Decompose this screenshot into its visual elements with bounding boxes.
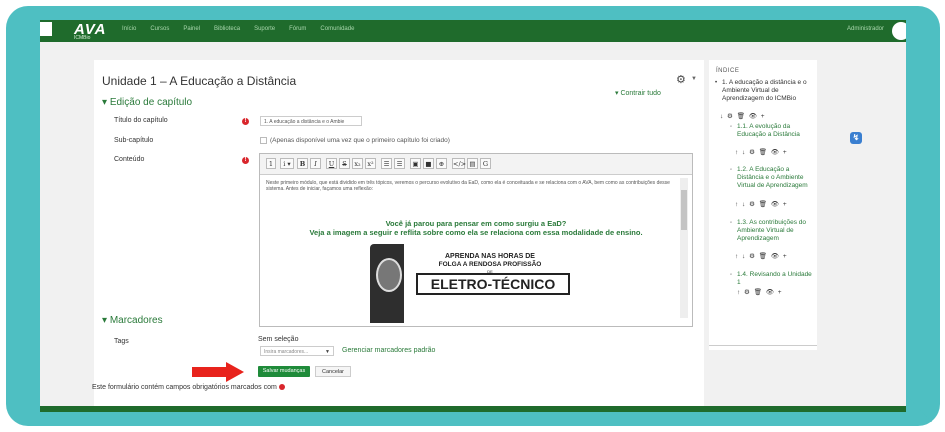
subchapter-checkbox[interactable] bbox=[260, 137, 267, 144]
screenshot-area: AVA ICMBio Início Cursos Painel Biblioteca S… bbox=[40, 20, 906, 412]
bullet-icon: ◦ bbox=[730, 220, 733, 226]
toc-main-item[interactable]: 1. A educação a distância e o Ambiente V… bbox=[722, 79, 812, 103]
required-icon bbox=[278, 384, 285, 391]
page-title: Unidade 1 – A Educação a Distância bbox=[102, 74, 297, 88]
subcapitulo-label: Sub-capítulo bbox=[114, 137, 154, 144]
top-menu-item[interactable]: Cursos bbox=[150, 26, 169, 32]
tags-label: Tags bbox=[114, 338, 129, 345]
content-editor[interactable]: 1 i ▾ B I U S x₂ x² ☰ ☰ ▣ ■ ⊕ </> ▤ G Ne… bbox=[259, 153, 693, 327]
ad-text-line-2: FOLGA A RENDOSA PROFISSÃO bbox=[438, 261, 542, 268]
italic-button[interactable]: I bbox=[310, 158, 321, 169]
toc-sub-actions[interactable]: ↑ ↓ ⚙ 🗑 👁 + bbox=[735, 148, 788, 156]
tags-selection: Sem seleção bbox=[258, 336, 299, 343]
html-button[interactable]: </> bbox=[452, 158, 466, 169]
tags-placeholder: Insira marcadores... bbox=[264, 349, 309, 355]
top-menu: Início Cursos Painel Biblioteca Suporte Fórum… bbox=[122, 26, 368, 32]
numbered-list-button[interactable]: ☰ bbox=[394, 158, 405, 169]
scrollbar-thumb[interactable] bbox=[681, 190, 687, 230]
subchapter-checkbox-note: (Apenas disponível uma vez que o primeir… bbox=[260, 137, 450, 144]
cancel-button[interactable]: Cancelar bbox=[315, 366, 351, 377]
required-footnote: Este formulário contém campos obrigatóri… bbox=[92, 384, 285, 391]
paragraph-style-button[interactable]: i ▾ bbox=[280, 158, 294, 169]
arrow-icon bbox=[192, 362, 244, 382]
top-menu-item[interactable]: Suporte bbox=[254, 26, 275, 32]
required-icon: ! bbox=[242, 157, 249, 164]
subscript-button[interactable]: x₂ bbox=[352, 158, 363, 169]
bullet-icon: • bbox=[715, 80, 718, 86]
bullet-list-button[interactable]: ☰ bbox=[381, 158, 392, 169]
top-menu-item[interactable]: Comunidade bbox=[320, 26, 354, 32]
ad-illustration bbox=[370, 244, 404, 323]
ad-text-line-3: ELETRO-TÉCNICO bbox=[416, 273, 570, 295]
caret-icon: ▾ bbox=[102, 315, 110, 326]
save-button[interactable]: Salvar mudanças bbox=[258, 366, 310, 377]
subchapter-note-text: (Apenas disponível uma vez que o primeir… bbox=[270, 137, 450, 145]
toc-sub-item[interactable]: 1.1. A evolução da Educação a Distância bbox=[737, 123, 815, 139]
question-line-2: Veja a imagem a seguir e reflita sobre c… bbox=[309, 228, 643, 237]
bold-button[interactable]: B bbox=[297, 158, 308, 169]
chevron-down-icon[interactable]: ▼ bbox=[691, 76, 697, 82]
top-menu-item[interactable]: Fórum bbox=[289, 26, 306, 32]
bullet-icon: ◦ bbox=[730, 272, 733, 278]
top-menu-item[interactable]: Painel bbox=[183, 26, 200, 32]
toc-sub-item[interactable]: 1.3. As contribuições do Ambiente Virtua… bbox=[737, 219, 815, 243]
toc-sub-item[interactable]: 1.2. A Educação a Distância e o Ambiente… bbox=[737, 166, 815, 190]
editor-content[interactable]: Neste primeiro módulo, que está dividido… bbox=[260, 175, 692, 323]
strikethrough-button[interactable]: S bbox=[339, 158, 350, 169]
equation-button[interactable]: G bbox=[480, 158, 491, 169]
underline-button[interactable]: U bbox=[326, 158, 337, 169]
section-edit-label: Edição de capítulo bbox=[109, 97, 193, 108]
user-name[interactable]: Administrador bbox=[847, 26, 884, 32]
avatar[interactable] bbox=[892, 22, 906, 40]
toc-sub-actions[interactable]: ↑ ⚙ 🗑 👁 + bbox=[737, 288, 783, 296]
media-button[interactable]: ■ bbox=[423, 158, 434, 169]
toc-sub-item[interactable]: 1.4. Revisando a Unidade 1 bbox=[737, 271, 815, 287]
editor-scrollbar[interactable] bbox=[680, 178, 688, 318]
tags-input[interactable]: Insira marcadores... ▼ bbox=[260, 346, 334, 356]
menu-toggle-icon[interactable] bbox=[40, 22, 52, 36]
link-button[interactable]: ⊕ bbox=[436, 158, 447, 169]
sidebar-divider bbox=[709, 345, 817, 346]
site-logo-sub: ICMBio bbox=[74, 35, 91, 41]
bullet-icon: ◦ bbox=[730, 167, 733, 173]
question-line-1: Você já parou para pensar em como surgiu… bbox=[385, 219, 567, 228]
toc-sub-actions[interactable]: ↑ ↓ ⚙ 🗑 👁 + bbox=[735, 200, 788, 208]
section-tags-label: Marcadores bbox=[109, 315, 163, 326]
help-icon[interactable]: ↯ bbox=[850, 132, 862, 144]
superscript-button[interactable]: x² bbox=[365, 158, 376, 169]
vintage-ad-image: APRENDA NAS HORAS DE FOLGA A RENDOSA PRO… bbox=[370, 244, 570, 323]
image-button[interactable]: ▣ bbox=[410, 158, 421, 169]
ad-illustration-detail bbox=[376, 258, 402, 292]
footer-bar bbox=[40, 406, 906, 412]
manage-tags-link[interactable]: Gerenciar marcadores padrão bbox=[342, 347, 435, 354]
titulo-label: Título do capítulo bbox=[114, 117, 168, 124]
top-navbar: AVA ICMBio Início Cursos Painel Biblioteca S… bbox=[40, 20, 906, 42]
collapse-all-label: Contrair tudo bbox=[620, 90, 661, 97]
caret-icon: ▾ bbox=[102, 97, 110, 108]
gear-icon[interactable]: ⚙ bbox=[676, 73, 686, 86]
chapter-title-input[interactable]: 1. A educação a distância e o Ambie bbox=[260, 116, 362, 126]
table-button[interactable]: ▤ bbox=[467, 158, 478, 169]
conteudo-label: Conteúdo bbox=[114, 156, 145, 163]
toc-main-actions[interactable]: ↓ ⚙ 🗑 👁 + bbox=[720, 112, 766, 120]
toc-sub-actions[interactable]: ↑ ↓ ⚙ 🗑 👁 + bbox=[735, 252, 788, 260]
toolbar-toggle-button[interactable]: 1 bbox=[266, 158, 276, 169]
editor-toolbar: 1 i ▾ B I U S x₂ x² ☰ ☰ ▣ ■ ⊕ </> ▤ G bbox=[260, 154, 692, 175]
collapse-all-link[interactable]: ▾ Contrair tudo bbox=[615, 89, 661, 97]
section-edit-header[interactable]: ▾ Edição de capítulo bbox=[102, 97, 192, 108]
chevron-down-icon[interactable]: ▼ bbox=[325, 347, 330, 357]
top-menu-item[interactable]: Início bbox=[122, 26, 136, 32]
sidebar-title: ÍNDICE bbox=[716, 68, 740, 74]
top-menu-item[interactable]: Biblioteca bbox=[214, 26, 240, 32]
ad-text-line-1: APRENDA NAS HORAS DE bbox=[445, 253, 535, 260]
required-icon: ! bbox=[242, 118, 249, 125]
section-tags-header[interactable]: ▾ Marcadores bbox=[102, 315, 163, 326]
intro-paragraph: Neste primeiro módulo, que está dividido… bbox=[266, 180, 670, 192]
bullet-icon: ◦ bbox=[730, 124, 733, 130]
required-footnote-text: Este formulário contém campos obrigatóri… bbox=[92, 384, 277, 391]
